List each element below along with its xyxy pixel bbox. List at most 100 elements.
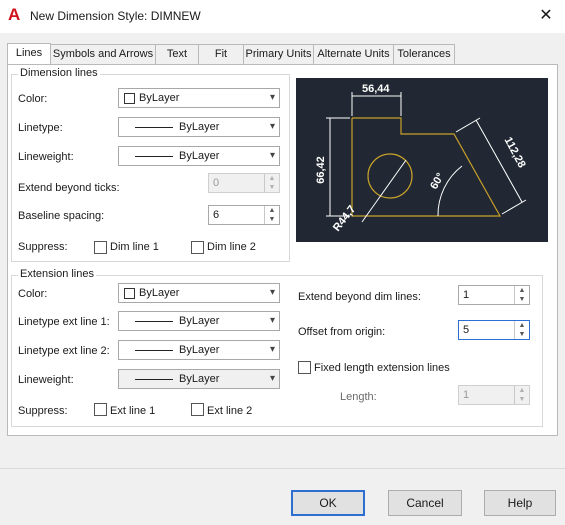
ext-suppress-label: Suppress: — [18, 405, 68, 417]
ext-line2-checkbox[interactable] — [191, 403, 204, 416]
dim-lineweight-label: Lineweight: — [18, 151, 74, 163]
dim-line2-checkbox[interactable] — [191, 241, 204, 254]
extend-dim-lines-value: 1 — [463, 289, 470, 301]
color-swatch-icon — [124, 288, 135, 299]
chevron-down-icon: ▾ — [269, 373, 275, 384]
line-sample-icon — [135, 350, 173, 351]
ext-linetype2-label: Linetype ext line 2: — [18, 345, 110, 357]
offset-origin-value: 5 — [463, 324, 470, 336]
arrow-down-icon: ▼ — [518, 396, 526, 403]
dim-line1-checkbox[interactable] — [94, 241, 107, 254]
dim-lineweight-select[interactable]: ByLayer ▾ — [118, 146, 280, 166]
arrow-up-icon: ▲ — [268, 175, 276, 182]
baseline-spacing-value: 6 — [213, 209, 220, 221]
ext-color-select[interactable]: ByLayer ▾ — [118, 283, 280, 303]
preview-dim-left: 66,42 — [315, 156, 327, 184]
arrow-up-icon: ▲ — [518, 322, 526, 329]
arrow-down-icon: ▼ — [518, 331, 526, 338]
extend-dim-lines-label: Extend beyond dim lines: — [298, 291, 421, 303]
arrow-down-icon: ▼ — [518, 296, 526, 303]
baseline-spacing-spinner[interactable]: 6 ▲ ▼ — [208, 205, 280, 225]
window-title: New Dimension Style: DIMNEW — [30, 9, 201, 23]
tab-alternate-units[interactable]: Alternate Units — [313, 44, 394, 64]
ext-lineweight-select[interactable]: ByLayer ▾ — [118, 369, 280, 389]
line-sample-icon — [135, 379, 173, 380]
spinner-arrows[interactable]: ▲ ▼ — [514, 286, 529, 304]
tab-tolerances[interactable]: Tolerances — [393, 44, 455, 64]
dimension-preview: 56,44 66,42 112,28 60° R44,7 — [296, 78, 548, 242]
arrow-down-icon: ▼ — [268, 216, 276, 223]
offset-origin-label: Offset from origin: — [298, 326, 386, 338]
chevron-down-icon: ▾ — [269, 92, 275, 103]
spinner-arrows[interactable]: ▲ ▼ — [264, 206, 279, 224]
arrow-up-icon: ▲ — [268, 207, 276, 214]
arrow-up-icon: ▲ — [518, 287, 526, 294]
line-sample-icon — [135, 127, 173, 128]
fixed-length-label: Fixed length extension lines — [314, 362, 450, 374]
tab-lines[interactable]: Lines — [7, 43, 51, 65]
dim-lineweight-value: ByLayer — [179, 150, 220, 162]
ext-lineweight-value: ByLayer — [179, 373, 220, 385]
tab-fit[interactable]: Fit — [198, 44, 244, 64]
ext-linetype1-label: Linetype ext line 1: — [18, 316, 110, 328]
help-button[interactable]: Help — [484, 490, 556, 516]
ext-color-value: ByLayer — [139, 287, 180, 299]
length-value: 1 — [463, 389, 470, 401]
preview-dim-radius: R44,7 — [331, 203, 359, 234]
ext-linetype2-select[interactable]: ByLayer ▾ — [118, 340, 280, 360]
preview-shape-outline — [351, 117, 502, 217]
baseline-spacing-label: Baseline spacing: — [18, 210, 105, 222]
preview-dim-diag: 112,28 — [502, 135, 528, 170]
ext-line2-label: Ext line 2 — [207, 405, 253, 417]
arrow-down-icon: ▼ — [268, 184, 276, 191]
dim-linetype-value: ByLayer — [179, 121, 220, 133]
ext-linetype1-value: ByLayer — [179, 315, 220, 327]
ext-lineweight-label: Lineweight: — [18, 374, 74, 386]
arrow-up-icon: ▲ — [518, 387, 526, 394]
dim-suppress-label: Suppress: — [18, 241, 68, 253]
line-sample-icon — [135, 321, 173, 322]
preview-dim-top: 56,44 — [362, 83, 390, 95]
ext-line1-label: Ext line 1 — [110, 405, 156, 417]
ext-linetype2-value: ByLayer — [179, 344, 220, 356]
extend-beyond-ticks-value: 0 — [213, 177, 220, 189]
extend-beyond-ticks-spinner[interactable]: 0 ▲ ▼ — [208, 173, 280, 193]
chevron-down-icon: ▾ — [269, 150, 275, 161]
ok-button[interactable]: OK — [291, 490, 365, 516]
cancel-button[interactable]: Cancel — [388, 490, 462, 516]
chevron-down-icon: ▾ — [269, 287, 275, 298]
footer-separator — [0, 468, 565, 469]
length-label: Length: — [340, 391, 377, 403]
ext-color-label: Color: — [18, 288, 48, 300]
chevron-down-icon: ▾ — [269, 315, 275, 326]
preview-drawing: 56,44 66,42 112,28 60° R44,7 — [315, 83, 528, 234]
autocad-a-icon: A — [8, 5, 21, 24]
length-spinner[interactable]: 1 ▲ ▼ — [458, 385, 530, 405]
dim-color-label: Color: — [18, 93, 48, 105]
extend-beyond-ticks-label: Extend beyond ticks: — [18, 182, 120, 194]
offset-origin-spinner[interactable]: 5 ▲ ▼ — [458, 320, 530, 340]
extend-dim-lines-spinner[interactable]: 1 ▲ ▼ — [458, 285, 530, 305]
tab-symbols-arrows[interactable]: Symbols and Arrows — [50, 44, 156, 64]
dim-color-value: ByLayer — [139, 92, 180, 104]
fixed-length-checkbox[interactable] — [298, 361, 311, 374]
spinner-arrows[interactable]: ▲ ▼ — [514, 321, 529, 339]
chevron-down-icon: ▾ — [269, 344, 275, 355]
spinner-arrows[interactable]: ▲ ▼ — [514, 386, 529, 404]
title-bar: A New Dimension Style: DIMNEW ✕ — [0, 0, 565, 33]
spinner-arrows[interactable]: ▲ ▼ — [264, 174, 279, 192]
close-button[interactable]: ✕ — [535, 5, 557, 27]
tab-text[interactable]: Text — [155, 44, 199, 64]
ext-linetype1-select[interactable]: ByLayer ▾ — [118, 311, 280, 331]
extension-lines-title: Extension lines — [18, 268, 96, 280]
dim-line1-label: Dim line 1 — [110, 241, 159, 253]
chevron-down-icon: ▾ — [269, 121, 275, 132]
color-swatch-icon — [124, 93, 135, 104]
dim-linetype-select[interactable]: ByLayer ▾ — [118, 117, 280, 137]
dim-color-select[interactable]: ByLayer ▾ — [118, 88, 280, 108]
ext-line1-checkbox[interactable] — [94, 403, 107, 416]
tab-primary-units[interactable]: Primary Units — [243, 44, 314, 64]
dimension-lines-title: Dimension lines — [18, 67, 100, 79]
dim-line2-label: Dim line 2 — [207, 241, 256, 253]
dim-linetype-label: Linetype: — [18, 122, 63, 134]
